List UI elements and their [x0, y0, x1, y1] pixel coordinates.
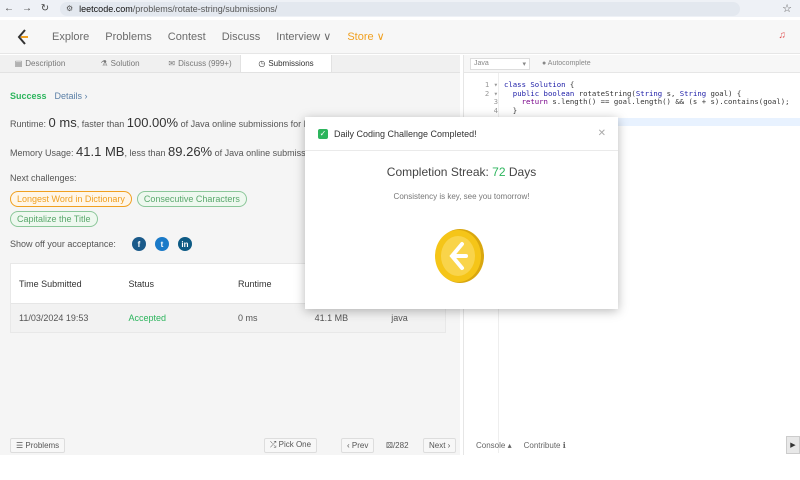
cell-status[interactable]: Accepted	[128, 313, 237, 323]
description-icon: ▤	[14, 59, 23, 68]
modal-header: ✓ Daily Coding Challenge Completed! ✕	[305, 117, 618, 151]
memory-percent: 89.26%	[168, 144, 213, 159]
challenge-chip[interactable]: Longest Word in Dictionary	[10, 191, 132, 207]
nav-explore[interactable]: Explore	[52, 31, 89, 43]
details-link[interactable]: Details ›	[55, 91, 88, 101]
streak-count: 72	[492, 165, 506, 179]
cell-time: 11/03/2024 19:53	[19, 313, 89, 323]
flask-icon: ⚗	[100, 59, 108, 68]
tab-discuss[interactable]: ✉ Discuss (999+)	[160, 55, 240, 72]
language-value: Java	[474, 60, 489, 67]
site-navbar: Explore Problems Contest Discuss Intervi…	[0, 20, 800, 54]
console-button[interactable]: Console ▴	[476, 441, 512, 450]
runtime-percent: 100.00%	[126, 115, 179, 130]
problem-bottom-bar: ☰ Problems ⤮ Pick One ‹ Prev ⚄/282 Next …	[0, 436, 460, 454]
clock-icon: ◷	[258, 59, 266, 68]
nav-interview[interactable]: Interview ∨	[276, 30, 331, 43]
problems-button[interactable]: ☰ Problems	[10, 437, 66, 453]
twitter-icon[interactable]: t	[154, 237, 169, 251]
tab-label: Submissions	[268, 59, 314, 68]
status-success: Success	[10, 91, 47, 101]
tab-label: Description	[25, 59, 66, 68]
url-path: /problems/rotate-string/submissions/	[132, 3, 278, 14]
code-line-3: return s.length() == goal.length() && (s…	[521, 97, 790, 106]
memory-label: Memory Usage:	[10, 148, 74, 158]
forward-icon[interactable]: →	[18, 3, 36, 14]
linkedin-icon[interactable]: in	[177, 237, 192, 251]
bookmark-star-icon[interactable]: ☆	[782, 2, 792, 15]
line-number: 3	[493, 97, 498, 106]
streak-prefix: Completion Streak:	[386, 165, 489, 179]
editor-bottom-bar: Console ▴ Contribute ℹ	[464, 436, 800, 454]
code-line-4: }	[504, 105, 518, 115]
challenge-chips: Longest Word in Dictionary Consecutive C…	[10, 191, 270, 227]
nav-store[interactable]: Store ∨	[347, 30, 384, 43]
modal-title: Daily Coding Challenge Completed!	[334, 128, 477, 139]
facebook-icon[interactable]: f	[131, 237, 146, 251]
notification-bell-icon[interactable]: ♫	[779, 30, 787, 41]
close-icon[interactable]: ✕	[598, 128, 606, 139]
leetcode-coin-icon	[433, 227, 485, 285]
runtime-value: 0 ms	[48, 115, 77, 130]
tab-submissions[interactable]: ◷ Submissions	[240, 55, 332, 72]
code-lines: class Solution { public boolean rotateSt…	[504, 80, 790, 115]
reload-icon[interactable]: ↻	[36, 3, 54, 14]
memory-mid: , less than	[124, 148, 166, 158]
cell-runtime: 0 ms	[237, 313, 258, 323]
next-button[interactable]: Next ›	[423, 437, 457, 453]
col-status: Status	[128, 278, 154, 289]
url-host: leetcode.com	[79, 3, 133, 14]
nav-discuss[interactable]: Discuss	[222, 31, 261, 43]
share-icons: f t in	[131, 237, 192, 251]
cell-language: java	[391, 313, 408, 323]
contribute-button[interactable]: Contribute ℹ	[524, 441, 566, 450]
challenge-chip[interactable]: Consecutive Characters	[136, 191, 247, 207]
nav-contest[interactable]: Contest	[168, 31, 206, 43]
line-gutter: 1 ▾ 2 ▾ 3 4	[464, 80, 498, 115]
site-settings-icon[interactable]: ⚙	[66, 4, 73, 13]
col-time: Time Submitted	[19, 278, 82, 289]
leetcode-logo[interactable]	[10, 28, 36, 45]
run-play-icon[interactable]: ▶	[786, 436, 800, 454]
modal-message: Consistency is key, see you tomorrow!	[393, 192, 530, 201]
cell-memory: 41.1 MB	[314, 313, 349, 323]
streak-modal: ✓ Daily Coding Challenge Completed! ✕ Co…	[305, 117, 618, 309]
prev-button[interactable]: ‹ Prev	[341, 437, 375, 453]
checkbox-checked-icon: ✓	[318, 128, 328, 139]
pick-one-button[interactable]: ⤮ Pick One	[264, 437, 318, 453]
back-icon[interactable]: ←	[0, 3, 18, 14]
line-number: 2 ▾	[484, 88, 498, 98]
autocomplete-toggle[interactable]: ● Autocomplete	[542, 60, 591, 67]
language-select[interactable]: Java ▾	[470, 57, 530, 70]
line-number: 4	[493, 105, 498, 115]
runtime-mid: , faster than	[76, 119, 125, 129]
tab-description[interactable]: ▤ Description	[0, 55, 80, 72]
memory-value: 41.1 MB	[76, 144, 125, 159]
nav-problems[interactable]: Problems	[105, 31, 151, 43]
chevron-down-icon: ▾	[522, 60, 526, 68]
page-indicator[interactable]: ⚄/282	[386, 441, 409, 450]
browser-toolbar: ← → ↻ ⚙ leetcode.com/problems/rotate-str…	[0, 0, 800, 17]
col-runtime: Runtime	[237, 278, 272, 289]
streak-suffix: Days	[508, 165, 537, 179]
completion-streak: Completion Streak: 72 Days	[305, 165, 618, 179]
share-label: Show off your acceptance:	[10, 239, 116, 249]
tab-label: Solution	[110, 59, 140, 68]
comment-icon: ✉	[168, 59, 176, 68]
tab-label: Discuss (999+)	[178, 59, 232, 68]
runtime-label: Runtime:	[10, 119, 47, 129]
result-header: Success Details ›	[10, 91, 450, 101]
editor-toolbar: Java ▾ ● Autocomplete	[464, 55, 800, 73]
page-bottom-area	[0, 455, 800, 480]
tab-solution[interactable]: ⚗ Solution	[80, 55, 160, 72]
address-bar[interactable]: ⚙ leetcode.com/problems/rotate-string/su…	[60, 1, 740, 16]
problem-tabs: ▤ Description ⚗ Solution ✉ Discuss (999+) ◷…	[0, 55, 460, 73]
challenge-chip[interactable]: Capitalize the Title	[10, 211, 98, 227]
